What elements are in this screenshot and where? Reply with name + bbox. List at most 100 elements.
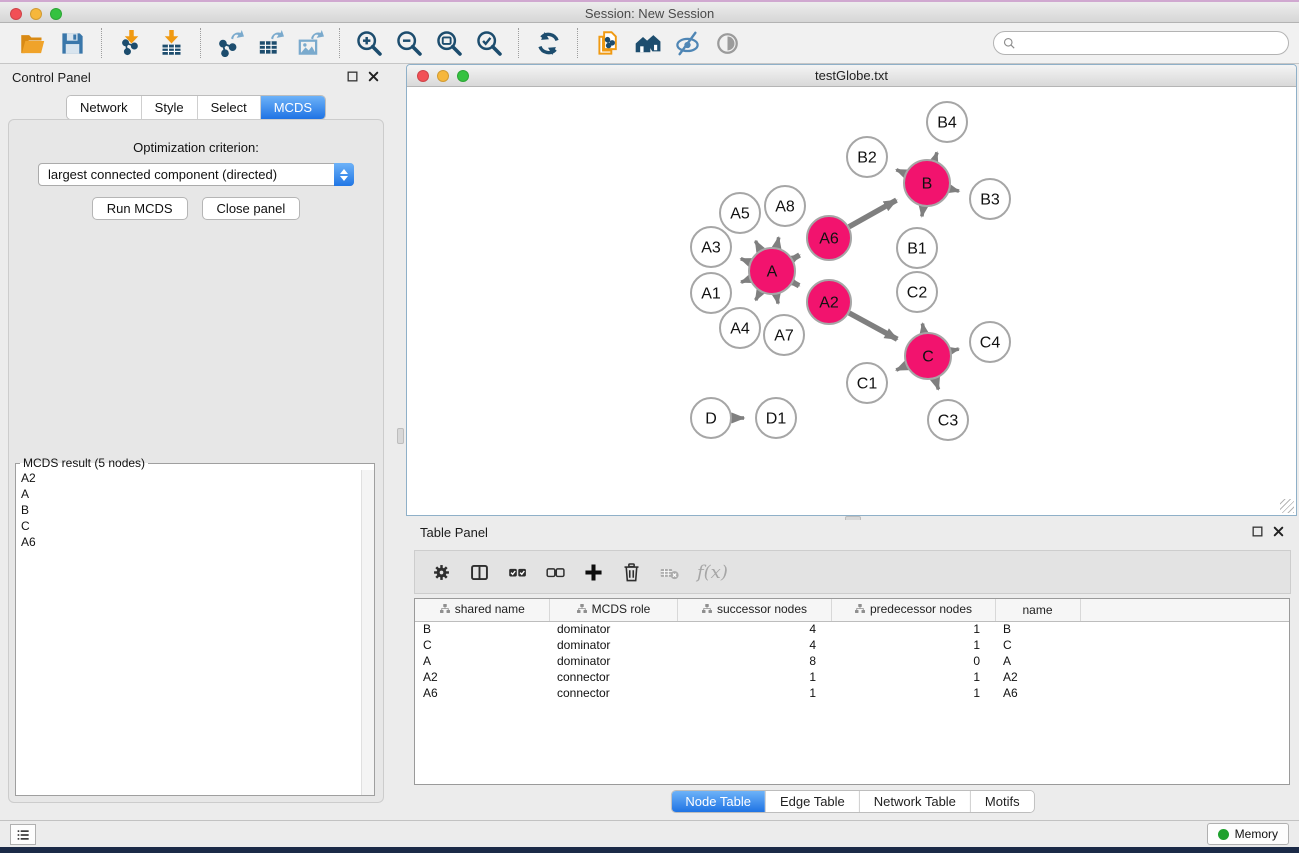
- memory-button[interactable]: Memory: [1207, 823, 1289, 845]
- close-panel-button[interactable]: Close panel: [202, 197, 301, 220]
- network-window-titlebar[interactable]: testGlobe.txt: [407, 65, 1296, 87]
- column-header[interactable]: predecessor nodes: [831, 599, 995, 621]
- edge-A6-B[interactable]: [849, 200, 896, 227]
- search-input[interactable]: [1022, 36, 1280, 50]
- tab-style[interactable]: Style: [141, 96, 197, 119]
- close-panel-icon[interactable]: [367, 70, 380, 83]
- tab-motifs[interactable]: Motifs: [970, 791, 1034, 812]
- node-C[interactable]: C: [905, 333, 951, 379]
- result-item[interactable]: A2: [16, 470, 374, 486]
- column-header[interactable]: shared name: [415, 599, 549, 621]
- import-table-icon[interactable]: [151, 26, 191, 60]
- node-C4[interactable]: C4: [970, 322, 1010, 362]
- node-A1[interactable]: A1: [691, 273, 731, 313]
- node-A5[interactable]: A5: [720, 193, 760, 233]
- edge-A-A2[interactable]: [793, 282, 799, 285]
- optimization-criterion-dropdown[interactable]: largest connected component (directed): [38, 163, 354, 186]
- edge-B-B1[interactable]: [922, 207, 923, 217]
- node-B2[interactable]: B2: [847, 137, 887, 177]
- node-B3[interactable]: B3: [970, 179, 1010, 219]
- edge-A-A7[interactable]: [776, 295, 778, 304]
- table-row[interactable]: A2connector11A2: [415, 669, 1289, 685]
- result-item[interactable]: C: [16, 518, 374, 534]
- save-icon[interactable]: [52, 26, 92, 60]
- result-item[interactable]: A: [16, 486, 374, 502]
- node-table[interactable]: shared nameMCDS rolesuccessor nodesprede…: [414, 598, 1290, 785]
- task-history-button[interactable]: [10, 824, 36, 845]
- node-A[interactable]: A: [749, 248, 795, 294]
- edge-B-B2[interactable]: [896, 170, 905, 174]
- edge-C-C4[interactable]: [951, 349, 958, 351]
- tab-network-table[interactable]: Network Table: [859, 791, 970, 812]
- vertical-splitter-grip[interactable]: [397, 428, 404, 444]
- close-table-panel-icon[interactable]: [1272, 525, 1285, 538]
- table-row[interactable]: Bdominator41B: [415, 621, 1289, 637]
- edge-A-A6[interactable]: [793, 255, 800, 259]
- table-row[interactable]: Adominator80A: [415, 653, 1289, 669]
- table-row[interactable]: A6connector11A6: [415, 685, 1289, 701]
- window-resize-grip[interactable]: [1280, 499, 1294, 513]
- edge-C-C3[interactable]: [935, 379, 938, 390]
- export-image-icon[interactable]: [290, 26, 330, 60]
- eye-icon[interactable]: [707, 26, 747, 60]
- float-panel-icon[interactable]: [346, 70, 359, 83]
- clone-network-icon[interactable]: [587, 26, 627, 60]
- import-network-icon[interactable]: [111, 26, 151, 60]
- edge-C-C2[interactable]: [922, 324, 924, 333]
- node-A3[interactable]: A3: [691, 227, 731, 267]
- node-A7[interactable]: A7: [764, 315, 804, 355]
- node-D[interactable]: D: [691, 398, 731, 438]
- open-icon[interactable]: [12, 26, 52, 60]
- export-table-icon[interactable]: [250, 26, 290, 60]
- node-A4[interactable]: A4: [720, 308, 760, 348]
- tab-node-table[interactable]: Node Table: [671, 791, 765, 812]
- edge-A-A1[interactable]: [741, 279, 749, 282]
- node-A6[interactable]: A6: [807, 216, 851, 260]
- gear-icon[interactable]: [427, 558, 455, 586]
- export-network-icon[interactable]: [210, 26, 250, 60]
- node-B[interactable]: B: [904, 160, 950, 206]
- node-C1[interactable]: C1: [847, 363, 887, 403]
- zoom-selected-icon[interactable]: [469, 26, 509, 60]
- select-all-icon[interactable]: [503, 558, 531, 586]
- node-B1[interactable]: B1: [897, 228, 937, 268]
- table-row[interactable]: Cdominator41C: [415, 637, 1289, 653]
- columns-icon[interactable]: [465, 558, 493, 586]
- zoom-in-icon[interactable]: [349, 26, 389, 60]
- column-header[interactable]: MCDS role: [549, 599, 677, 621]
- tab-mcds[interactable]: MCDS: [260, 96, 325, 119]
- node-C3[interactable]: C3: [928, 400, 968, 440]
- network-canvas[interactable]: A A1 A2 A3 A4 A5 A6 A7 A8 B B1 B2 B3B4 C C1 C2 C3C4 D D1: [407, 87, 1296, 515]
- edge-B-B4[interactable]: [934, 152, 937, 160]
- hide-eye-icon[interactable]: [667, 26, 707, 60]
- result-item[interactable]: A6: [16, 534, 374, 550]
- tab-network[interactable]: Network: [67, 96, 141, 119]
- add-icon[interactable]: [579, 558, 607, 586]
- zoom-fit-icon[interactable]: [429, 26, 469, 60]
- home-icon[interactable]: [627, 26, 667, 60]
- node-C2[interactable]: C2: [897, 272, 937, 312]
- zoom-out-icon[interactable]: [389, 26, 429, 60]
- tab-edge-table[interactable]: Edge Table: [765, 791, 859, 812]
- edge-A2-C[interactable]: [849, 313, 897, 339]
- column-header[interactable]: name: [995, 599, 1080, 621]
- tab-select[interactable]: Select: [197, 96, 260, 119]
- edge-A-A5[interactable]: [755, 241, 760, 250]
- float-table-panel-icon[interactable]: [1251, 525, 1264, 538]
- node-D1[interactable]: D1: [756, 398, 796, 438]
- node-B4[interactable]: B4: [927, 102, 967, 142]
- edge-B-B3[interactable]: [950, 189, 959, 191]
- edge-A-A4[interactable]: [756, 292, 761, 300]
- trash-icon[interactable]: [617, 558, 645, 586]
- result-item[interactable]: B: [16, 502, 374, 518]
- edge-C-C1[interactable]: [896, 366, 906, 370]
- run-mcds-button[interactable]: Run MCDS: [92, 197, 188, 220]
- node-A2[interactable]: A2: [807, 280, 851, 324]
- node-A8[interactable]: A8: [765, 186, 805, 226]
- result-scrollbar[interactable]: [361, 470, 374, 795]
- edge-A-A3[interactable]: [741, 259, 750, 262]
- mcds-result-list[interactable]: A2ABCA6: [16, 470, 374, 795]
- refresh-icon[interactable]: [528, 26, 568, 60]
- edge-A-A8[interactable]: [777, 237, 779, 247]
- deselect-all-icon[interactable]: [541, 558, 569, 586]
